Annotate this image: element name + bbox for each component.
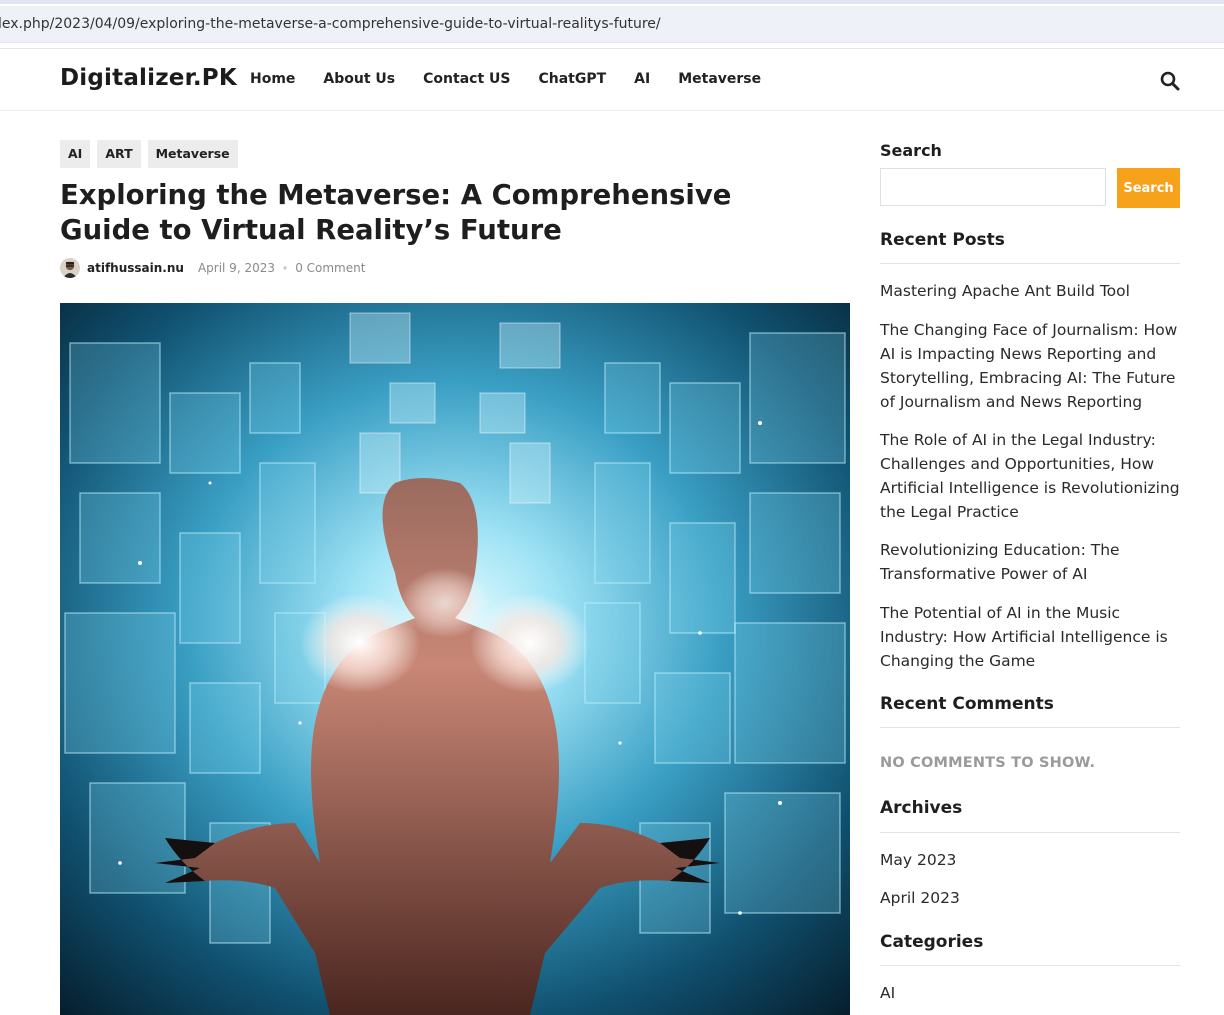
search-button[interactable]: Search [1117, 168, 1180, 208]
recent-post-link[interactable]: Mastering Apache Ant Build Tool [880, 279, 1180, 303]
post-meta: atifhussain.nu April 9, 2023 • 0 Comment [60, 258, 365, 278]
archive-link[interactable]: May 2023 [880, 848, 1180, 872]
address-bar[interactable]: lex.php/2023/04/09/exploring-the-metaver… [0, 6, 1224, 43]
nav-home[interactable]: Home [250, 71, 295, 87]
no-comments-message: NO COMMENTS TO SHOW. [880, 755, 1096, 771]
recent-posts-list: The Potential of AI in the Music Industr… [880, 601, 1180, 673]
nav-ai[interactable]: AI [634, 71, 650, 87]
post-title: Exploring the Metaverse: A Comprehensive… [60, 179, 732, 246]
author-avatar[interactable] [60, 258, 80, 278]
categories-list: AI [880, 981, 1180, 1005]
tag-ai[interactable]: AI [60, 140, 91, 168]
recent-posts-title: Recent Posts [880, 230, 1005, 250]
archives-list: May 2023 [880, 848, 1180, 872]
post-date: April 9, 2023 [197, 261, 275, 275]
recent-posts-list: Mastering Apache Ant Build Tool [880, 279, 1180, 303]
search-icon[interactable] [1158, 69, 1182, 93]
archive-link[interactable]: April 2023 [880, 886, 1180, 910]
search-widget-title: Search [880, 141, 942, 160]
post-tags: AI ART Metaverse [60, 140, 245, 168]
nav-contact-us[interactable]: Contact US [423, 71, 510, 87]
recent-post-link[interactable]: The Changing Face of Journalism: How AI … [880, 318, 1180, 414]
nav-chatgpt[interactable]: ChatGPT [538, 71, 606, 87]
tag-art[interactable]: ART [97, 140, 141, 168]
divider [880, 263, 1180, 264]
featured-image [60, 303, 850, 1015]
comment-count[interactable]: 0 Comment [295, 261, 365, 275]
author-name[interactable]: atifhussain.nu [87, 261, 184, 275]
divider [880, 965, 1180, 966]
url-text[interactable]: lex.php/2023/04/09/exploring-the-metaver… [0, 16, 661, 32]
recent-posts-list: The Role of AI in the Legal Industry: Ch… [880, 428, 1180, 524]
recent-post-link[interactable]: The Role of AI in the Legal Industry: Ch… [880, 428, 1180, 524]
archives-list: April 2023 [880, 886, 1180, 910]
browser-top-strip [0, 0, 1224, 4]
recent-posts-list: Revolutionizing Education: The Transform… [880, 538, 1180, 586]
categories-title: Categories [880, 932, 984, 952]
recent-posts-list: The Changing Face of Journalism: How AI … [880, 318, 1180, 414]
meta-separator: • [282, 261, 288, 275]
main-nav: Home About Us Contact US ChatGPT AI Meta… [250, 71, 789, 87]
recent-post-link[interactable]: The Potential of AI in the Music Industr… [880, 601, 1180, 673]
site-logo[interactable]: Digitalizer.PK [60, 65, 237, 91]
divider [880, 727, 1180, 728]
divider [880, 832, 1180, 833]
nav-about-us[interactable]: About Us [323, 71, 395, 87]
site-header: Digitalizer.PK Home About Us Contact US … [0, 48, 1224, 111]
archives-title: Archives [880, 798, 963, 818]
nav-metaverse[interactable]: Metaverse [678, 71, 761, 87]
category-link[interactable]: AI [880, 981, 1180, 1005]
tag-metaverse[interactable]: Metaverse [147, 140, 238, 168]
recent-post-link[interactable]: Revolutionizing Education: The Transform… [880, 538, 1180, 586]
recent-comments-title: Recent Comments [880, 694, 1054, 714]
search-input[interactable] [880, 168, 1106, 206]
